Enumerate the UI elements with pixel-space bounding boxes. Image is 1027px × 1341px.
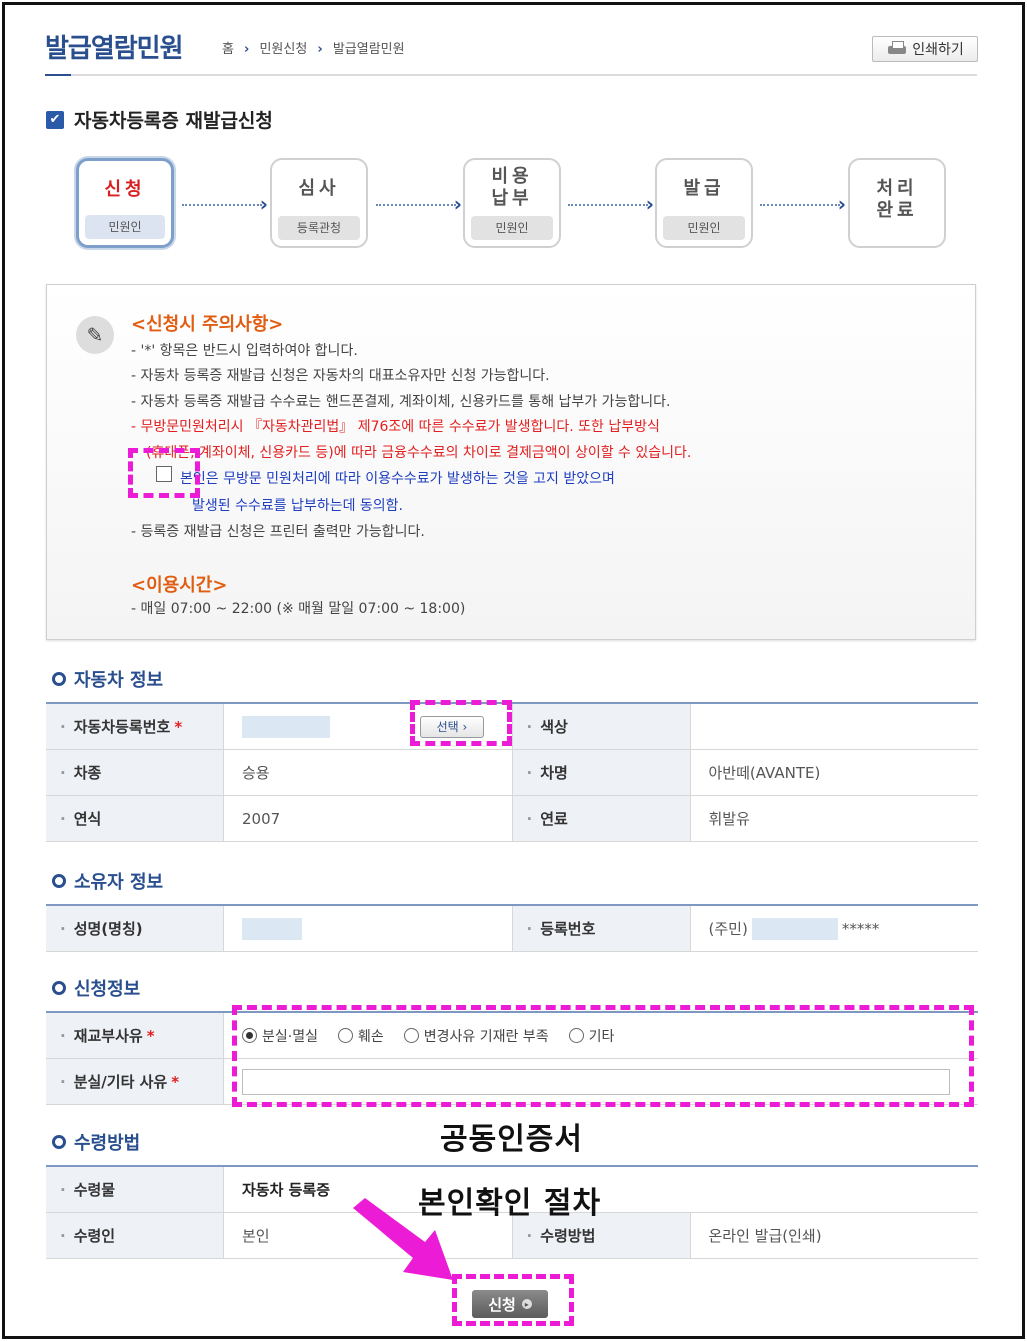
bullet-ring-icon [52, 981, 66, 995]
step-arrow-icon [568, 192, 654, 216]
notice-line: - '*' 항목은 반드시 입력하여야 합니다. [131, 343, 358, 359]
table-row: 자동차등록번호* 선택 › 색상 [46, 704, 978, 750]
model-value: 아반떼(AVANTE) [708, 764, 821, 782]
owner-name-label: 성명(명칭) [46, 906, 224, 951]
step-actor: 민원인 [471, 216, 553, 240]
reg-no-label: 자동차등록번호* [46, 704, 224, 749]
printer-icon [886, 41, 908, 57]
masked-owner-name [242, 917, 302, 940]
fuel-label: 연료 [512, 796, 691, 841]
chevron-right-icon: › [317, 42, 323, 57]
receive-method-value: 온라인 발급(인쇄) [708, 1227, 822, 1245]
agree-label-cont: 발생된 수수료를 납부하는데 동의함. [192, 498, 403, 514]
vehicle-info-title: 자동차 정보 [52, 666, 163, 692]
step-complete: 처리 완료 [848, 158, 946, 248]
step-name: 처리 완료 [876, 178, 918, 221]
receive-info-title: 수령방법 [52, 1129, 140, 1155]
table-row: 성명(명칭) 등록번호 (주민) ***** [46, 906, 978, 952]
highlight-application-info [232, 1005, 974, 1107]
step-arrow-icon [376, 192, 462, 216]
color-value [691, 704, 979, 749]
memo-icon: ✎ [76, 316, 114, 354]
reason-label: 재교부사유* [46, 1013, 224, 1058]
receive-item-label: 수령물 [46, 1167, 224, 1212]
step-issue: 발급 민원인 [655, 158, 753, 248]
year-value: 2007 [224, 796, 513, 841]
highlight-submit-button [452, 1274, 574, 1326]
highlight-agree-checkbox [128, 448, 200, 498]
notice-line-fee-detail: (휴대폰, 계좌이체, 신용카드 등)에 따라 금융수수료의 차이로 결제금액이… [146, 445, 692, 461]
agree-label: 본인은 무방문 민원처리에 따라 이용수수료가 발생하는 것을 고지 받았으며 [180, 471, 615, 487]
step-actor: 등록관청 [278, 216, 360, 240]
notice-line: - 자동차 등록증 재발급 수수료는 핸드폰결제, 계좌이체, 신용카드를 통해… [131, 394, 671, 410]
owner-info-table: 성명(명칭) 등록번호 (주민) ***** [46, 904, 978, 952]
detail-label: 분실/기타 사유* [46, 1059, 224, 1104]
receiver-label: 수령인 [46, 1213, 224, 1258]
print-button[interactable]: 인쇄하기 [872, 36, 978, 62]
step-review: 심사 등록관청 [270, 158, 368, 248]
type-value: 승용 [224, 750, 513, 795]
bullet-ring-icon [52, 672, 66, 686]
print-label: 인쇄하기 [912, 42, 964, 58]
title-divider [45, 74, 977, 76]
usage-time-line: - 매일 07:00 ~ 22:00 (※ 매월 말일 07:00 ~ 18:0… [131, 601, 466, 617]
masked-regnum [751, 917, 838, 940]
masked-reg-no [242, 715, 330, 738]
page-title: 발급열람민원 [45, 34, 184, 64]
fuel-value: 휘발유 [708, 810, 750, 828]
usage-time-title: <이용시간> [131, 575, 228, 596]
owner-regnum-value: (주민) ***** [708, 917, 880, 940]
table-row: 차종 승용 차명 아반떼(AVANTE) [46, 750, 978, 796]
step-name: 발급 [683, 178, 725, 199]
step-arrow-icon [760, 192, 846, 216]
chevron-right-icon: › [243, 42, 250, 57]
breadcrumb: 홈 › 민원신청 › 발급열람민원 [222, 38, 409, 57]
table-row: 연식 2007 연료 휘발유 [46, 796, 978, 842]
section-heading: ✔ 자동차등록증 재발급신청 [46, 106, 273, 133]
owner-info-title: 소유자 정보 [52, 868, 163, 894]
application-info-title: 신청정보 [52, 975, 140, 1001]
section-title: 자동차등록증 재발급신청 [74, 110, 273, 132]
step-name: 심사 [298, 178, 340, 199]
step-name: 신청 [104, 179, 146, 200]
callout-certificate: 공동인증서 [440, 1122, 583, 1157]
breadcrumb-apply[interactable]: 민원신청 [259, 42, 307, 57]
notice-line: - 등록증 재발급 신청은 프린터 출력만 가능합니다. [131, 524, 425, 540]
breadcrumb-home[interactable]: 홈 [222, 42, 234, 57]
breadcrumb-current: 발급열람민원 [332, 42, 405, 57]
checkbox-checked-icon: ✔ [46, 110, 64, 129]
owner-regnum-label: 등록번호 [512, 906, 691, 951]
step-actor: 민원인 [85, 215, 165, 239]
type-label: 차종 [46, 750, 224, 795]
bullet-ring-icon [52, 874, 66, 888]
year-label: 연식 [46, 796, 224, 841]
step-name: 비용 납부 [491, 166, 533, 209]
step-payment: 비용 납부 민원인 [463, 158, 561, 248]
bullet-ring-icon [52, 1135, 66, 1149]
step-actor: 민원인 [663, 216, 745, 240]
arrow-pointer-icon [348, 1198, 453, 1280]
owner-name-value [224, 906, 513, 951]
step-arrow-icon [182, 192, 268, 216]
notice-title: <신청시 주의사항> [131, 314, 284, 335]
notice-line: - 자동차 등록증 재발급 신청은 자동차의 대표소유자만 신청 가능합니다. [131, 368, 550, 384]
vehicle-info-table: 자동차등록번호* 선택 › 색상 차종 승용 차명 아반떼(AVANTE) 연식… [46, 702, 978, 842]
step-apply: 신청 민원인 [76, 158, 174, 248]
color-label: 색상 [512, 704, 691, 749]
model-label: 차명 [512, 750, 691, 795]
notice-line-fee: - 무방문민원처리시 『자동차관리법』 제76조에 따른 수수료가 발생합니다.… [131, 419, 660, 435]
highlight-select-button [410, 700, 512, 746]
